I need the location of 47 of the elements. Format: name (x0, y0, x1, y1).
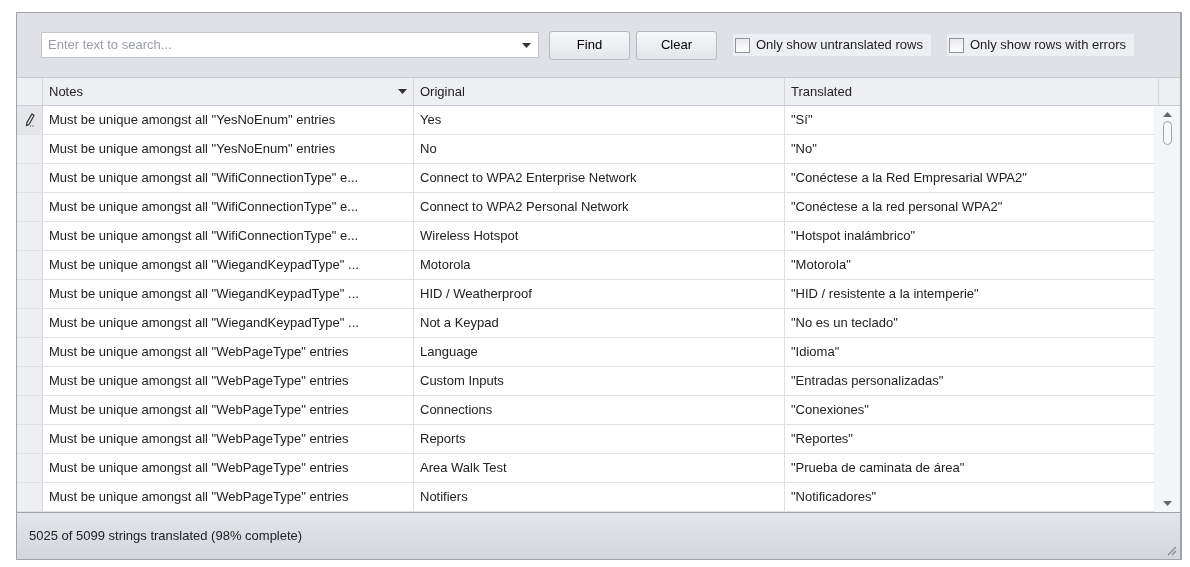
scroll-up-icon[interactable] (1162, 112, 1172, 117)
table-cell: HID / Weatherproof (414, 280, 785, 308)
scroll-thumb[interactable] (1162, 121, 1172, 145)
table-cell: Reports (414, 425, 785, 453)
column-header[interactable]: Translated (785, 78, 1159, 105)
dropdown-icon[interactable] (522, 43, 531, 48)
table-cell: Language (414, 338, 785, 366)
checkbox[interactable] (735, 37, 750, 53)
table-cell: Must be unique amongst all "WiegandKeypadType" ... (43, 280, 414, 308)
table-cell: Must be unique amongst all "WiegandKeypadType" ... (43, 309, 414, 337)
table-cell: Must be unique amongst all "YesNoEnum" entries (43, 106, 414, 134)
table-cell: Motorola (414, 251, 785, 279)
table-cell: Area Walk Test (414, 454, 785, 482)
table-cell: Custom Inputs (414, 367, 785, 395)
scroll-down-icon[interactable] (1162, 501, 1172, 506)
table-cell: Notifiers (414, 483, 785, 511)
table-cell: Must be unique amongst all "WiegandKeypadType" ... (43, 251, 414, 279)
column-header[interactable]: Notes (43, 78, 414, 105)
table-cell: Must be unique amongst all "WifiConnectionType" e... (43, 193, 414, 221)
resize-grip-icon[interactable] (1165, 544, 1177, 556)
table-cell: Yes (414, 106, 785, 134)
table-cell: No (414, 135, 785, 163)
row-indicator[interactable] (17, 106, 43, 134)
checkbox-label: Only show rows with errors (969, 36, 1126, 55)
search-field[interactable]: Enter text to search... (41, 32, 539, 58)
table-cell: Not a Keypad (414, 309, 785, 337)
table-cell: Must be unique amongst all "WebPageType" entries (43, 367, 414, 395)
checkbox[interactable] (948, 37, 964, 53)
table-cell: Must be unique amongst all "YesNoEnum" entries (43, 135, 414, 163)
table-cell: Connect to WPA2 Enterprise Network (414, 164, 785, 192)
checkbox-label: Only show untranslated rows (756, 36, 923, 55)
scrollbar[interactable] (1154, 106, 1180, 512)
status-text: 5025 of 5099 strings translated (98% complete) (29, 527, 303, 546)
table-cell: Wireless Hotspot (414, 222, 785, 250)
table-cell: Connections (414, 396, 785, 424)
table-cell: Must be unique amongst all "WebPageType" entries (43, 396, 414, 424)
column-header[interactable]: Original (414, 78, 785, 105)
filter-icon[interactable] (398, 89, 407, 94)
table-cell: Must be unique amongst all "WifiConnectionType" e... (43, 164, 414, 192)
table-cell: Must be unique amongst all "WebPageType" entries (43, 454, 414, 482)
clear-button[interactable]: Clear (636, 30, 717, 60)
table-cell: Connect to WPA2 Personal Network (414, 193, 785, 221)
table-cell: Must be unique amongst all "WebPageType" entries (43, 338, 414, 366)
table-cell: Must be unique amongst all "WifiConnectionType" e... (43, 222, 414, 250)
table-cell: Must be unique amongst all "WebPageType" entries (43, 425, 414, 453)
find-button[interactable]: Find (549, 30, 630, 60)
table-cell: Must be unique amongst all "WebPageType" entries (43, 483, 414, 511)
